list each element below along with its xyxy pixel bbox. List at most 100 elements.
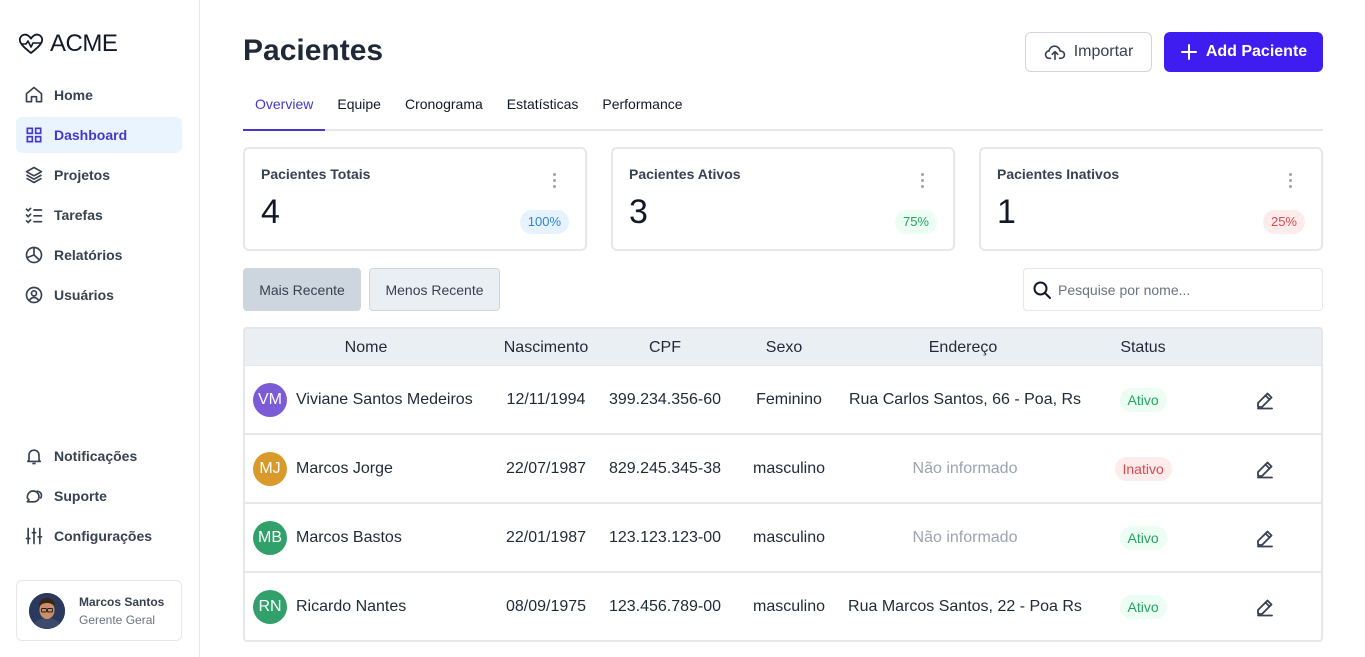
- sidebar-item-label: Configurações: [54, 528, 153, 544]
- avatar: VM: [253, 383, 287, 417]
- tab-equipe[interactable]: Equipe: [325, 88, 393, 131]
- card-value: 3: [629, 193, 648, 231]
- patient-sex: Feminino: [756, 391, 822, 408]
- patient-sex: masculino: [752, 529, 826, 546]
- table-body: VM Viviane Santos Medeiros 12/11/1994 399.2…: [245, 366, 1321, 640]
- sort-most-recent-button[interactable]: Mais Recente: [243, 268, 361, 311]
- patient-name: Viviane Santos Medeiros: [296, 391, 473, 408]
- sort-least-recent-button[interactable]: Menos Recente: [369, 268, 500, 311]
- add-patient-button[interactable]: Add Paciente: [1164, 32, 1323, 72]
- more-vertical-icon[interactable]: [1289, 173, 1293, 189]
- import-label: Importar: [1073, 43, 1134, 60]
- sidebar-item-label: Notificações: [54, 448, 138, 464]
- sidebar: ACME Home Dashboard Projetos Tarefas Rel…: [0, 0, 200, 657]
- table-row[interactable]: MB Marcos Bastos 22/01/1987 123.123.123-00 m…: [245, 504, 1321, 573]
- table-row[interactable]: MJ Marcos Jorge 22/07/1987 829.245.345-38 ma…: [245, 435, 1321, 504]
- sidebar-item-suporte[interactable]: Suporte: [16, 478, 182, 514]
- tab-performance[interactable]: Performance: [590, 88, 694, 131]
- avatar: MB: [253, 521, 287, 555]
- heartbeat-icon: [18, 33, 44, 54]
- sidebar-item-label: Home: [54, 87, 93, 103]
- user-profile[interactable]: Marcos Santos Gerente Geral: [16, 580, 182, 641]
- card-title: Pacientes Inativos: [997, 166, 1120, 182]
- tab-overview[interactable]: Overview: [243, 88, 326, 131]
- search-icon: [1033, 281, 1051, 299]
- import-button[interactable]: Importar: [1025, 32, 1152, 72]
- app-name: ACME: [50, 30, 118, 57]
- patient-address: Rua Marcos Santos, 22 - Poa Rs: [848, 598, 1082, 615]
- stat-card-total: Pacientes Totais 4 100%: [243, 147, 587, 251]
- stat-card-active: Pacientes Ativos 3 75%: [611, 147, 955, 251]
- patient-sex: masculino: [752, 598, 826, 615]
- table-row[interactable]: VM Viviane Santos Medeiros 12/11/1994 399.2…: [245, 366, 1321, 435]
- card-badge: 100%: [519, 210, 569, 234]
- layers-icon: [25, 166, 43, 184]
- column-header-nome[interactable]: Nome: [311, 329, 421, 366]
- chat-icon: [26, 490, 43, 503]
- card-title: Pacientes Ativos: [629, 166, 741, 182]
- sidebar-item-relatorios[interactable]: Relatórios: [16, 237, 182, 273]
- patient-name: Marcos Jorge: [296, 460, 393, 477]
- tab-cronograma[interactable]: Cronograma: [393, 88, 495, 131]
- edit-icon[interactable]: [1255, 528, 1275, 548]
- sidebar-item-projetos[interactable]: Projetos: [16, 157, 182, 193]
- pie-chart-icon: [25, 246, 43, 264]
- profile-name: Marcos Santos: [79, 594, 165, 609]
- sidebar-bottom-nav: Notificações Suporte Configurações: [16, 438, 182, 558]
- sidebar-item-label: Tarefas: [54, 207, 103, 223]
- edit-icon[interactable]: [1255, 390, 1275, 410]
- patient-birth: 12/11/1994: [506, 391, 586, 408]
- page-title: Pacientes: [243, 34, 384, 67]
- column-header-sexo[interactable]: Sexo: [729, 329, 839, 366]
- card-badge: 25%: [1262, 210, 1305, 234]
- edit-icon[interactable]: [1255, 597, 1275, 617]
- patient-cpf: 123.456.789-00: [608, 598, 722, 615]
- patient-birth: 22/01/1987: [505, 529, 587, 546]
- search-box: [1023, 268, 1323, 311]
- sidebar-item-configuracoes[interactable]: Configurações: [16, 518, 182, 554]
- sidebar-item-notificacoes[interactable]: Notificações: [16, 438, 182, 474]
- tab-estatisticas[interactable]: Estatísticas: [495, 88, 591, 131]
- patient-cpf: 399.234.356-60: [608, 391, 722, 408]
- status-badge: Ativo: [1119, 595, 1167, 619]
- card-value: 1: [997, 193, 1016, 231]
- search-input[interactable]: [1058, 281, 1308, 298]
- sidebar-item-home[interactable]: Home: [16, 77, 182, 113]
- patient-address: Rua Carlos Santos, 66 - Poa, Rs: [848, 391, 1082, 408]
- table-row[interactable]: RN Ricardo Nantes 08/09/1975 123.456.789-00…: [245, 573, 1321, 640]
- avatar: MJ: [253, 452, 287, 486]
- sidebar-item-label: Projetos: [54, 167, 111, 183]
- sliders-icon: [25, 527, 43, 545]
- profile-info: Marcos Santos Gerente Geral: [79, 595, 164, 627]
- patient-birth: 08/09/1975: [505, 598, 587, 615]
- stat-card-inactive: Pacientes Inativos 1 25%: [979, 147, 1323, 251]
- sidebar-item-label: Usuários: [54, 287, 114, 303]
- sidebar-item-tarefas[interactable]: Tarefas: [16, 197, 182, 233]
- patients-table: Nome Nascimento CPF Sexo Endereço Status…: [243, 327, 1323, 642]
- app-logo[interactable]: ACME: [18, 30, 118, 58]
- sidebar-item-label: Relatórios: [54, 247, 123, 263]
- bell-icon: [26, 449, 42, 465]
- column-header-nascimento[interactable]: Nascimento: [491, 329, 601, 366]
- patient-cpf: 123.123.123-00: [608, 529, 722, 546]
- card-badge: 75%: [894, 210, 937, 234]
- cloud-upload-icon: [1044, 45, 1065, 61]
- sidebar-item-dashboard[interactable]: Dashboard: [16, 117, 182, 153]
- sidebar-item-label: Suporte: [54, 488, 107, 504]
- status-badge: Ativo: [1119, 388, 1167, 412]
- avatar: RN: [253, 590, 287, 624]
- column-header-cpf[interactable]: CPF: [610, 329, 720, 366]
- column-header-status[interactable]: Status: [1088, 329, 1198, 366]
- patient-sex: masculino: [752, 460, 826, 477]
- sidebar-item-label: Dashboard: [54, 127, 128, 143]
- column-header-endereco[interactable]: Endereço: [883, 329, 1043, 366]
- more-vertical-icon[interactable]: [553, 173, 557, 189]
- more-vertical-icon[interactable]: [921, 173, 925, 189]
- avatar: [29, 592, 65, 629]
- card-value: 4: [261, 193, 280, 231]
- patient-birth: 22/07/1987: [505, 460, 587, 477]
- sidebar-item-usuarios[interactable]: Usuários: [16, 277, 182, 313]
- add-patient-label: Add Paciente: [1205, 43, 1308, 60]
- tab-bar: Overview Equipe Cronograma Estatísticas …: [243, 88, 1323, 131]
- edit-icon[interactable]: [1255, 459, 1275, 479]
